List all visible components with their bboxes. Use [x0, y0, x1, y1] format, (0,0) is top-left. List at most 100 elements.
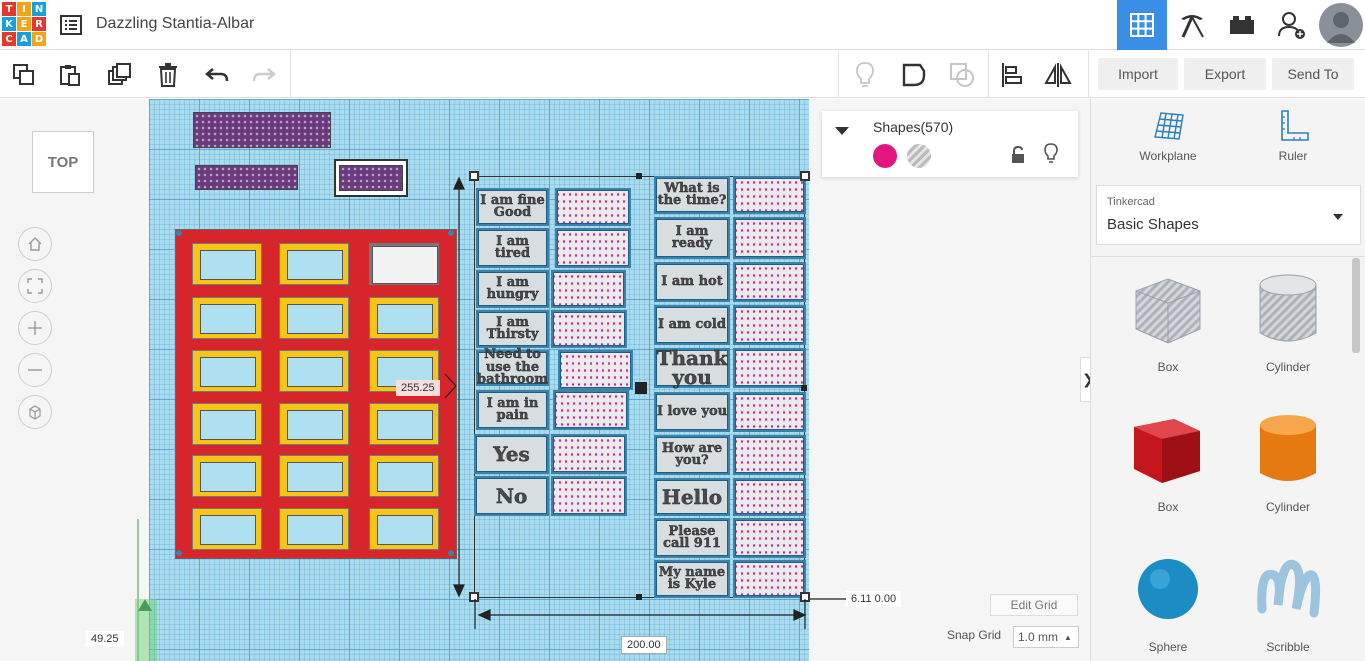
- height-dimension[interactable]: 255.25: [396, 380, 440, 396]
- copy-icon: [13, 64, 34, 85]
- offset-dimension[interactable]: 6.11 0.00: [846, 591, 902, 607]
- design-title[interactable]: Dazzling Stantia-Albar: [96, 15, 254, 33]
- inspector-title: Shapes(570): [873, 119, 954, 135]
- caret-up-icon: ▲: [1064, 632, 1072, 642]
- shape-item-cylinder[interactable]: Cylinder: [1228, 409, 1348, 544]
- shape-item-box[interactable]: Box: [1108, 409, 1228, 544]
- shapes-scrollbar[interactable]: [1352, 258, 1360, 353]
- snap-grid-select[interactable]: 1.0 mm ▲: [1013, 626, 1079, 648]
- workplane-label: Workplane: [1139, 149, 1197, 163]
- library-provider: Tinkercad: [1107, 196, 1155, 208]
- width-dimension[interactable]: 200.00: [621, 636, 667, 654]
- add-user-button[interactable]: [1267, 0, 1317, 50]
- redo-button[interactable]: [246, 57, 282, 93]
- bricks-view-button[interactable]: [1217, 0, 1267, 50]
- dimension-lines: [137, 176, 848, 661]
- elevation-dimension[interactable]: 49.25: [86, 631, 124, 647]
- align-button[interactable]: [993, 57, 1029, 93]
- logo-letter: I: [17, 2, 31, 16]
- grid-icon: [1130, 13, 1154, 37]
- shape-item-label: Scribble: [1266, 640, 1310, 654]
- solid-color-swatch[interactable]: [873, 144, 897, 168]
- ungroup-button[interactable]: [944, 57, 980, 93]
- delete-button[interactable]: [150, 57, 186, 93]
- shape-item-cylinder[interactable]: Cylinder: [1228, 269, 1348, 404]
- shape-item-label: Box: [1157, 500, 1179, 514]
- collapse-arrow-icon[interactable]: [835, 127, 849, 135]
- toolbar-divider: [838, 51, 839, 98]
- cylinder-shape-icon: [1248, 269, 1328, 354]
- box-shape-icon: [1128, 269, 1208, 354]
- send-to-button[interactable]: Send To: [1272, 58, 1354, 90]
- pickaxe-icon: [1181, 15, 1204, 38]
- visibility-lightbulb-icon[interactable]: [1043, 143, 1059, 170]
- lock-icon[interactable]: [1010, 145, 1026, 170]
- ungroup-icon: [950, 63, 974, 87]
- elevation-arrow[interactable]: [138, 599, 152, 611]
- show-all-button[interactable]: [847, 57, 883, 93]
- paste-button[interactable]: [52, 57, 88, 93]
- toolbar-divider: [290, 51, 291, 98]
- lightbulb-icon: [856, 62, 874, 87]
- dropdown-caret-icon: [1333, 214, 1343, 220]
- toolbar-divider: [1088, 51, 1089, 98]
- group-button[interactable]: [896, 57, 932, 93]
- logo-letter: D: [32, 32, 46, 46]
- hole-swatch[interactable]: [907, 144, 931, 168]
- cylinder-shape-icon: [1248, 409, 1328, 494]
- logo-letter: C: [2, 32, 16, 46]
- snap-grid-value: 1.0 mm: [1018, 630, 1059, 644]
- design-list-icon[interactable]: [59, 13, 83, 37]
- toolbar-divider: [988, 51, 989, 98]
- shape-inspector: Shapes(570): [822, 111, 1078, 177]
- mirror-button[interactable]: [1040, 57, 1076, 93]
- workplane-canvas[interactable]: TOP I am fine Good I am tired I am hungry I…: [0, 99, 1090, 661]
- profile-button[interactable]: [1317, 0, 1365, 50]
- workplane-tool[interactable]: Workplane: [1118, 109, 1218, 179]
- logo-letter: A: [17, 32, 31, 46]
- undo-button[interactable]: [199, 57, 235, 93]
- edit-toolbar: Import Export Send To: [0, 51, 1365, 98]
- duplicate-button[interactable]: [101, 57, 137, 93]
- ruler-icon: [1281, 110, 1309, 141]
- edit-grid-button[interactable]: Edit Grid: [990, 594, 1078, 616]
- scribble-shape-icon: [1248, 549, 1328, 634]
- align-icon: [1002, 63, 1022, 87]
- shape-item-label: Box: [1157, 360, 1179, 374]
- redo-icon: [252, 68, 276, 82]
- sphere-shape-icon: [1128, 549, 1208, 634]
- add-user-icon: [1278, 12, 1305, 39]
- mirror-icon: [1044, 63, 1072, 87]
- undo-icon: [205, 68, 229, 82]
- avatar-icon: [1319, 3, 1363, 47]
- panel-divider: [1091, 256, 1365, 257]
- shape-item-label: Sphere: [1148, 640, 1188, 654]
- shape-item-scribble[interactable]: Scribble: [1228, 549, 1348, 661]
- box-shape-icon: [1128, 409, 1208, 494]
- paste-icon: [60, 65, 80, 86]
- codeblocks-view-button[interactable]: [1167, 0, 1217, 50]
- export-button[interactable]: Export: [1184, 58, 1266, 90]
- workplane-icon: [1154, 112, 1184, 140]
- group-icon: [902, 63, 926, 87]
- ruler-label: Ruler: [1278, 149, 1308, 163]
- shape-item-label: Cylinder: [1265, 360, 1310, 374]
- copy-button[interactable]: [6, 57, 42, 93]
- logo-letter: R: [32, 17, 46, 31]
- tinkercad-logo[interactable]: TIN KER CAD: [2, 2, 46, 46]
- shapes-panel: Workplane Ruler Tinkercad Basic Shapes B…: [1090, 99, 1365, 661]
- shape-item-sphere[interactable]: Sphere: [1108, 549, 1228, 661]
- shape-library-select[interactable]: Tinkercad Basic Shapes: [1096, 185, 1361, 245]
- 3d-design-view-button[interactable]: [1117, 0, 1167, 50]
- shape-item-label: Cylinder: [1265, 500, 1310, 514]
- shape-item-box[interactable]: Box: [1108, 269, 1228, 404]
- duplicate-icon: [108, 63, 131, 85]
- logo-letter: E: [17, 17, 31, 31]
- trash-icon: [159, 63, 177, 87]
- library-name: Basic Shapes: [1107, 216, 1199, 233]
- ruler-tool[interactable]: Ruler: [1243, 109, 1343, 179]
- logo-letter: N: [32, 2, 46, 16]
- import-button[interactable]: Import: [1098, 58, 1178, 90]
- logo-letter: K: [2, 17, 16, 31]
- app-header: TIN KER CAD Dazzling Stantia-Albar: [0, 0, 1365, 50]
